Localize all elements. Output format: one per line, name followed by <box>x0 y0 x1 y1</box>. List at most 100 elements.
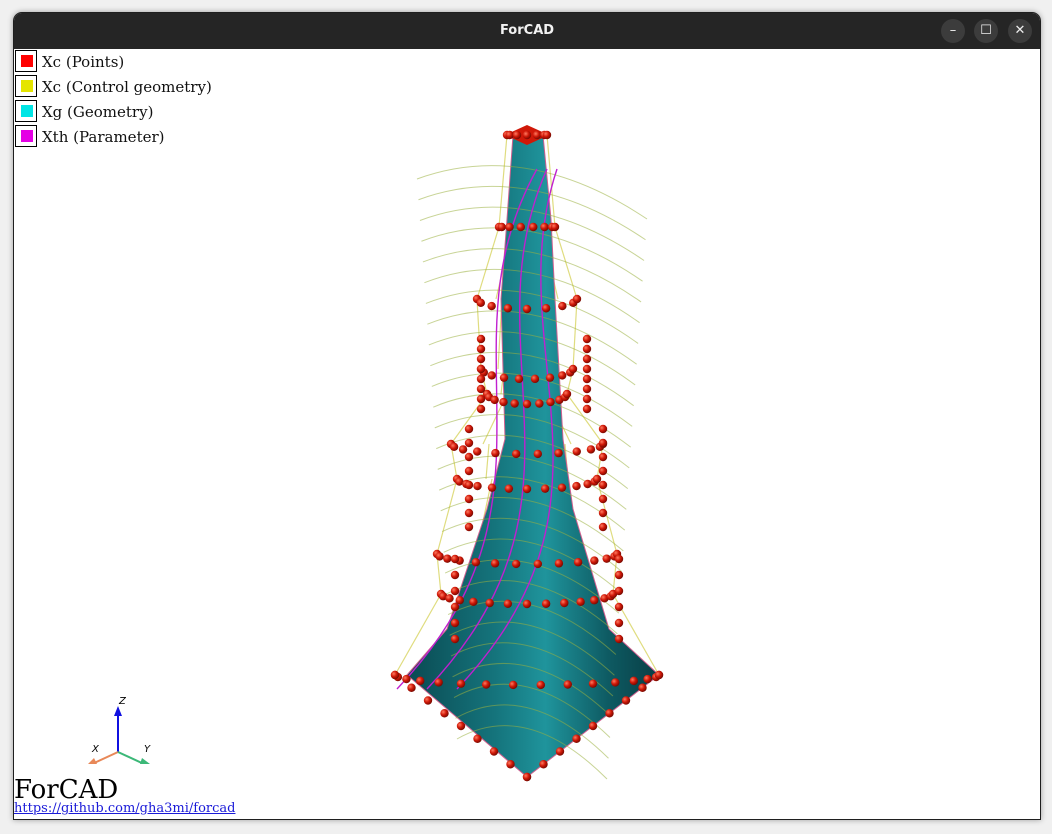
control-point <box>464 480 474 490</box>
y-axis-arrow <box>140 758 150 764</box>
control-point <box>476 384 486 394</box>
control-point <box>558 301 567 311</box>
legend-item-points[interactable]: Xc (Points) <box>14 50 254 75</box>
control-point <box>535 399 544 408</box>
control-point <box>590 596 599 605</box>
control-point <box>456 721 466 731</box>
control-point <box>503 599 513 608</box>
control-geometry-line <box>476 226 500 300</box>
control-point <box>572 447 581 456</box>
control-point <box>423 696 433 705</box>
control-point <box>522 484 532 494</box>
control-point <box>582 334 592 344</box>
control-point <box>536 680 545 690</box>
control-point <box>489 747 499 756</box>
control-point <box>614 602 624 612</box>
control-point <box>456 679 466 688</box>
control-point <box>450 586 460 596</box>
control-point <box>402 674 411 684</box>
control-point <box>445 594 454 603</box>
close-button[interactable]: ✕ <box>1008 19 1032 43</box>
orientation-axes: Z X Y <box>88 696 151 764</box>
control-point <box>464 438 474 448</box>
legend-item-parameter[interactable]: Xth (Parameter) <box>14 125 254 150</box>
z-axis-label: Z <box>118 696 127 707</box>
tower-geometry <box>390 125 664 782</box>
control-point <box>598 522 608 532</box>
control-point <box>532 130 542 140</box>
cad-model-render[interactable] <box>14 49 1038 819</box>
control-point <box>614 586 624 596</box>
control-point <box>598 424 608 434</box>
control-point <box>450 618 460 628</box>
legend-swatch-box <box>15 125 37 147</box>
control-point <box>476 394 486 404</box>
control-point <box>450 634 460 644</box>
control-point <box>443 554 452 563</box>
control-point <box>490 395 499 405</box>
control-point <box>554 559 564 568</box>
control-point <box>499 373 509 382</box>
control-point <box>455 596 464 605</box>
control-point <box>509 680 518 690</box>
control-point <box>602 554 611 563</box>
control-point <box>560 598 569 608</box>
legend-swatch-box <box>15 100 37 122</box>
app-window: ForCAD – ☐ ✕ Xc (Points) Xc (Control geo… <box>13 12 1041 820</box>
control-point <box>611 678 620 687</box>
control-point <box>464 466 474 476</box>
title-bar[interactable]: ForCAD – ☐ ✕ <box>14 13 1040 49</box>
control-point <box>598 466 608 476</box>
legend-swatch-box <box>15 75 37 97</box>
control-point <box>572 734 581 743</box>
control-point <box>592 474 602 484</box>
control-point <box>505 130 514 140</box>
control-point <box>572 294 582 304</box>
legend-swatch-cyan <box>21 105 33 117</box>
control-point <box>476 344 486 354</box>
control-point <box>464 508 474 518</box>
control-point <box>522 304 532 314</box>
control-point <box>540 484 550 493</box>
control-point <box>473 447 482 456</box>
control-point <box>464 522 474 532</box>
control-point <box>582 384 592 394</box>
control-point <box>541 599 551 608</box>
control-point <box>582 394 592 404</box>
control-point <box>435 552 444 561</box>
control-point <box>533 559 543 569</box>
control-point <box>450 602 460 612</box>
control-point <box>530 374 540 384</box>
repo-link[interactable]: https://github.com/gha3mi/forcad <box>14 801 235 816</box>
legend-label: Xc (Control geometry) <box>42 78 212 96</box>
control-point <box>614 570 624 580</box>
control-point <box>476 354 486 364</box>
control-point <box>497 222 506 232</box>
legend-swatch-red <box>21 55 33 67</box>
control-point <box>464 452 474 462</box>
control-point <box>588 721 598 731</box>
control-point <box>573 558 583 567</box>
minimize-button[interactable]: – <box>941 19 965 43</box>
maximize-button[interactable]: ☐ <box>974 19 998 43</box>
control-point <box>582 354 592 364</box>
control-point <box>450 570 460 580</box>
legend-item-control-geometry[interactable]: Xc (Control geometry) <box>14 75 254 100</box>
control-point <box>511 449 521 459</box>
control-point <box>614 554 624 564</box>
control-point <box>572 481 581 491</box>
legend-item-geometry[interactable]: Xg (Geometry) <box>14 100 254 125</box>
control-point <box>505 222 514 232</box>
control-point <box>598 452 608 462</box>
3d-viewport[interactable]: Xc (Points) Xc (Control geometry) Xg (Ge… <box>14 49 1040 819</box>
control-point <box>490 559 500 568</box>
control-point <box>516 222 525 232</box>
control-point <box>506 760 515 769</box>
brand-name: ForCAD <box>14 775 119 805</box>
control-point <box>476 404 486 414</box>
control-point <box>464 494 474 504</box>
control-point <box>482 680 491 689</box>
control-point <box>562 389 572 399</box>
control-point <box>407 683 416 692</box>
control-point <box>621 696 631 705</box>
